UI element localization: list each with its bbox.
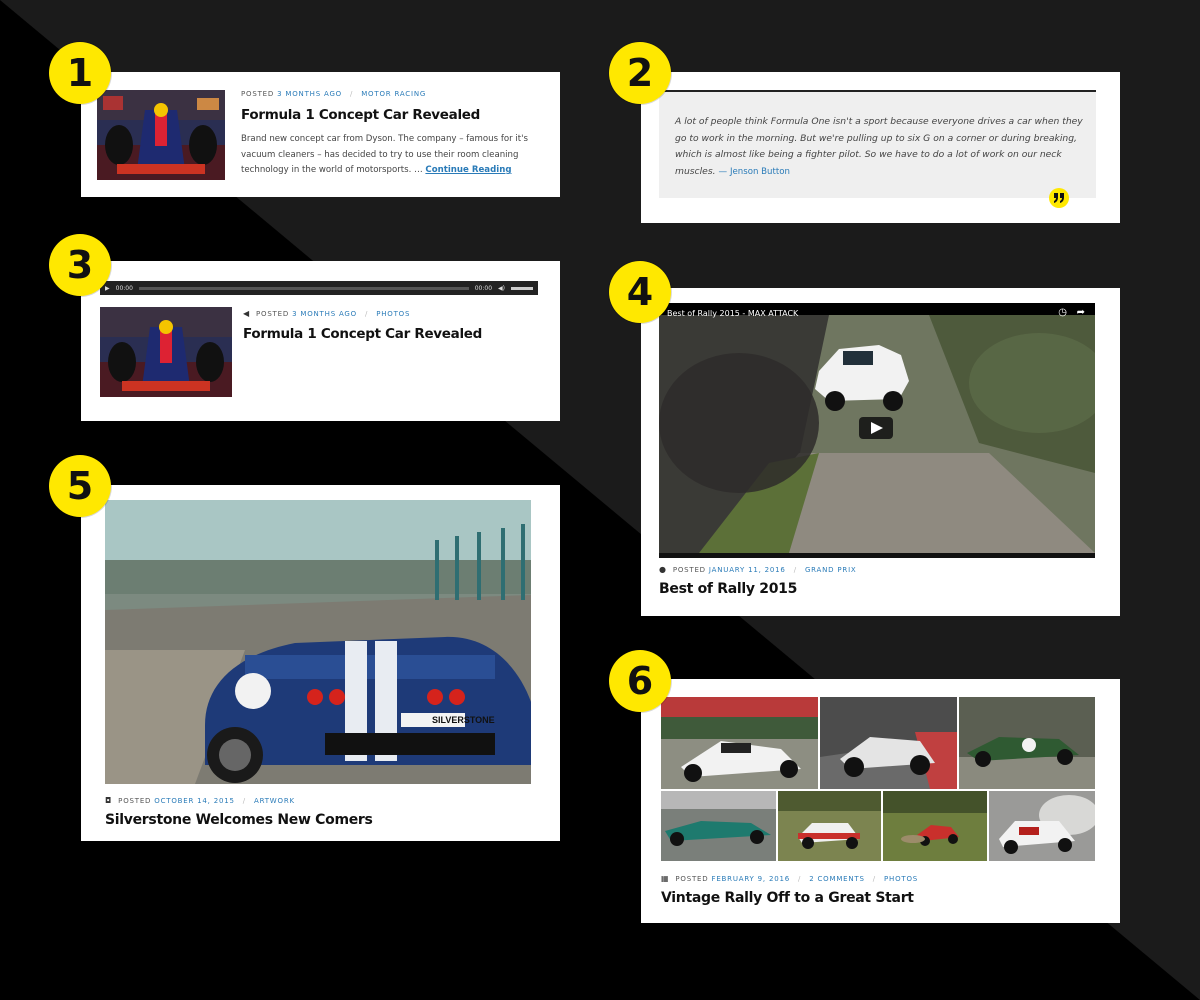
f1-car-image: [97, 90, 225, 180]
video-embed[interactable]: Best of Rally 2015 - MAX ATTACK ◷ ➦: [659, 303, 1095, 558]
badge-number: 2: [609, 42, 671, 104]
post-date-link[interactable]: JANUARY 11, 2016: [709, 566, 786, 574]
post-thumbnail[interactable]: [97, 90, 225, 180]
license-plate-text: SILVERSTONE: [432, 715, 495, 725]
post-title[interactable]: Silverstone Welcomes New Comers: [105, 812, 373, 828]
badge-number: 6: [609, 650, 671, 712]
audio-player[interactable]: ▶ 00:00 00:00 ◀): [100, 281, 538, 295]
post-meta: ▦ POSTED FEBRUARY 9, 2016 / 2 COMMENTS /…: [661, 874, 919, 883]
gallery-image[interactable]: [883, 791, 987, 861]
posted-label: POSTED: [255, 310, 290, 318]
posted-label: POSTED: [675, 875, 709, 883]
quote-author: Jenson Button: [729, 166, 790, 177]
gallery-image[interactable]: [959, 697, 1095, 789]
gallery-image[interactable]: [661, 697, 818, 789]
post-card-standard: POSTED 3 MONTHS AGO / MOTOR RACING Formu…: [81, 72, 560, 197]
post-title[interactable]: Formula 1 Concept Car Revealed: [241, 107, 480, 123]
audio-duration: 00:00: [474, 284, 493, 292]
post-meta: ◘ POSTED OCTOBER 14, 2015 / ARTWORK: [105, 796, 295, 805]
category-link[interactable]: ARTWORK: [254, 797, 295, 805]
category-link[interactable]: PHOTOS: [376, 310, 410, 318]
badge-number: 5: [49, 455, 111, 517]
badge-number: 1: [49, 42, 111, 104]
post-title[interactable]: Vintage Rally Off to a Great Start: [661, 890, 914, 906]
video-format-icon: ●: [659, 565, 667, 574]
badge-number: 4: [609, 261, 671, 323]
watch-later-icon[interactable]: ◷: [1058, 307, 1067, 318]
post-excerpt: Brand new concept car from Dyson. The co…: [241, 132, 541, 179]
post-featured-image[interactable]: SILVERSTONE: [105, 500, 531, 784]
post-card-gallery: ▦ POSTED FEBRUARY 9, 2016 / 2 COMMENTS /…: [641, 679, 1120, 923]
post-date-link[interactable]: OCTOBER 14, 2015: [154, 797, 234, 805]
share-icon[interactable]: ➦: [1077, 307, 1085, 318]
gallery-image[interactable]: [820, 697, 957, 789]
quote-icon: [1049, 188, 1069, 208]
posted-label: POSTED: [241, 90, 275, 98]
post-date-link[interactable]: FEBRUARY 9, 2016: [712, 875, 790, 883]
post-meta: POSTED 3 MONTHS AGO / MOTOR RACING: [241, 90, 427, 98]
category-link[interactable]: PHOTOS: [884, 875, 918, 883]
ferrari-photo: SILVERSTONE: [105, 500, 531, 784]
post-date-link[interactable]: 3 MONTHS AGO: [277, 90, 342, 98]
post-thumbnail[interactable]: [100, 307, 232, 397]
camera-icon: ◘: [105, 796, 113, 805]
posted-label: POSTED: [118, 797, 152, 805]
video-title[interactable]: Best of Rally 2015 - MAX ATTACK: [667, 309, 798, 318]
post-meta: ◀ POSTED 3 MONTHS AGO / PHOTOS: [243, 309, 411, 318]
gallery-image[interactable]: [661, 791, 776, 861]
audio-current-time: 00:00: [115, 284, 133, 292]
quote-text: A lot of people think Formula One isn't …: [675, 114, 1089, 180]
quote-box: A lot of people think Formula One isn't …: [659, 90, 1096, 198]
comments-link[interactable]: 2 COMMENTS: [809, 875, 865, 883]
audio-format-icon: ◀: [243, 309, 250, 318]
post-title[interactable]: Best of Rally 2015: [659, 581, 797, 597]
quote-cite-dash: —: [718, 166, 728, 177]
posted-label: POSTED: [672, 566, 706, 574]
gallery-image[interactable]: [989, 791, 1095, 861]
category-link[interactable]: GRAND PRIX: [805, 566, 857, 574]
post-card-quote: A lot of people think Formula One isn't …: [641, 72, 1120, 223]
gallery-format-icon: ▦: [661, 874, 670, 883]
post-date-link[interactable]: 3 MONTHS AGO: [292, 310, 357, 318]
audio-progress-bar[interactable]: [138, 286, 469, 290]
f1-car-image: [100, 307, 232, 397]
rally-video-frame: [659, 303, 1095, 558]
post-card-audio: ▶ 00:00 00:00 ◀) ◀ POSTED 3 MONTHS AGO /…: [81, 261, 560, 421]
post-card-video: Best of Rally 2015 - MAX ATTACK ◷ ➦ ● PO…: [641, 288, 1120, 616]
volume-icon[interactable]: ◀): [498, 285, 505, 292]
post-title[interactable]: Formula 1 Concept Car Revealed: [243, 326, 482, 342]
gallery-grid: [661, 697, 1095, 861]
category-link[interactable]: MOTOR RACING: [361, 90, 426, 98]
post-card-image: SILVERSTONE ◘ POSTED OCTOBER 14, 2015 / …: [81, 485, 560, 841]
gallery-image[interactable]: [778, 791, 881, 861]
badge-number: 3: [49, 234, 111, 296]
post-meta: ● POSTED JANUARY 11, 2016 / GRAND PRIX: [659, 565, 857, 574]
play-icon[interactable]: ▶: [105, 285, 110, 292]
volume-slider[interactable]: [511, 286, 533, 290]
continue-reading-link[interactable]: Continue Reading: [425, 165, 511, 175]
